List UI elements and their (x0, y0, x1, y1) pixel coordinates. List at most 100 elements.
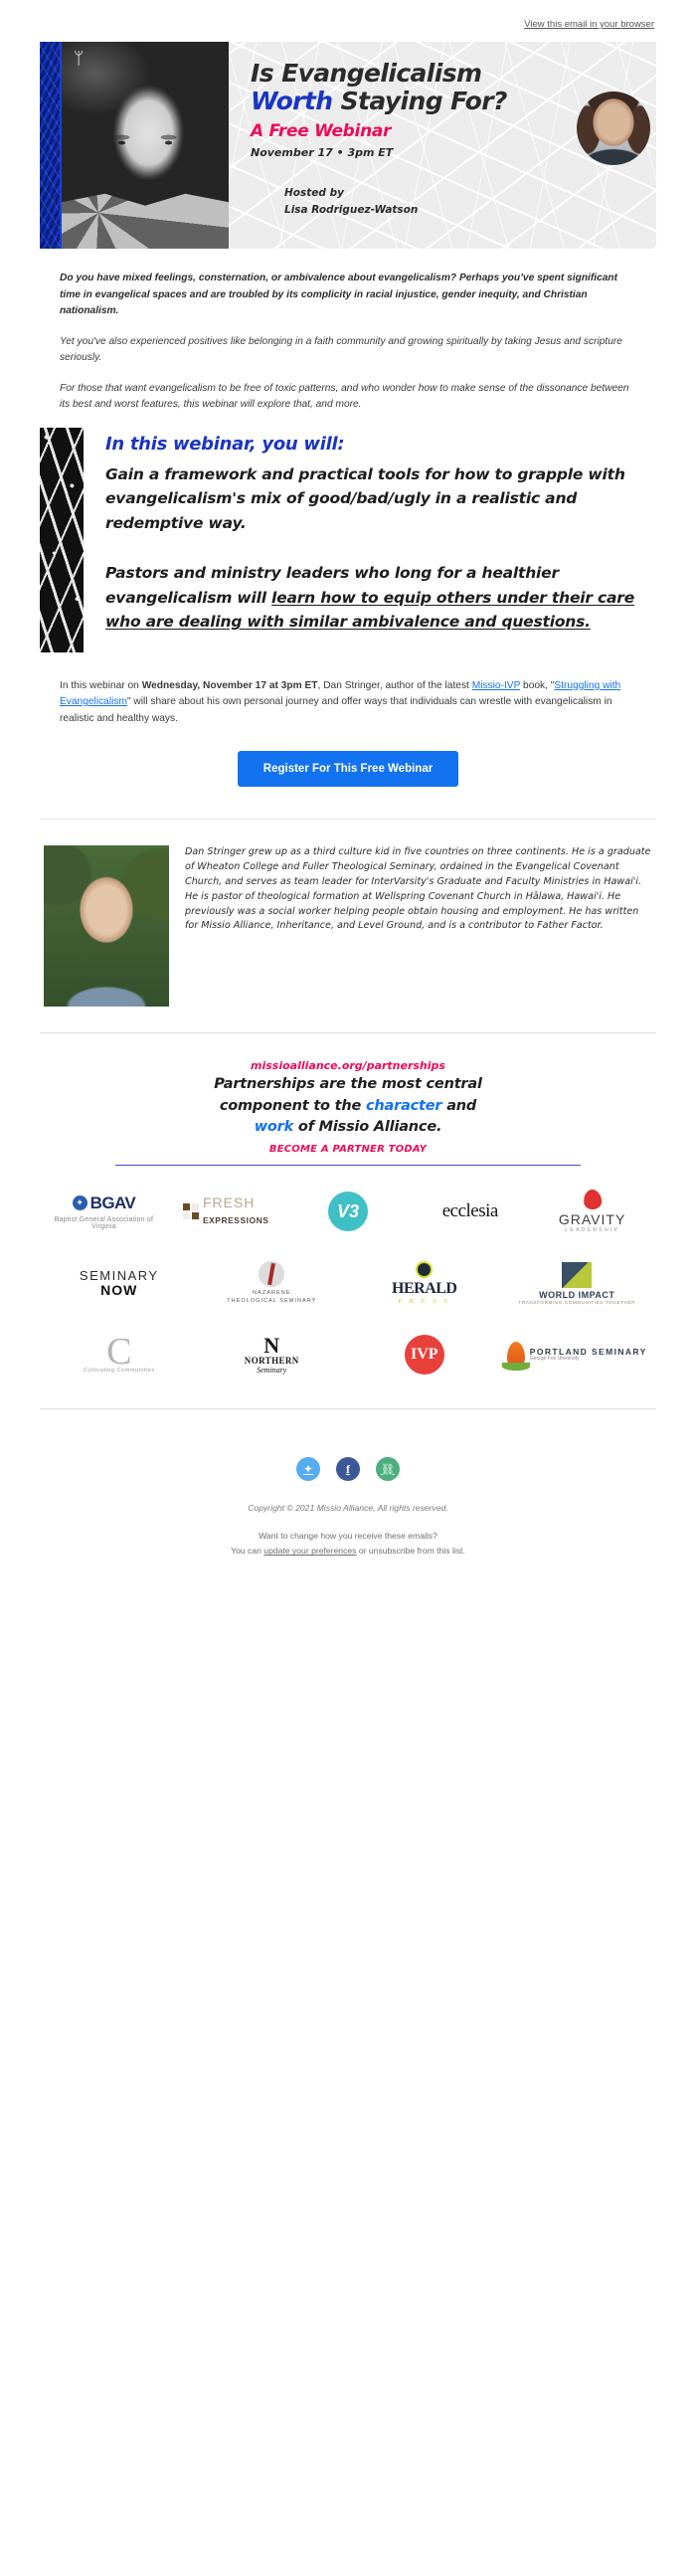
intro-section: Do you have mixed feelings, consternatio… (0, 271, 696, 414)
partner-logo-world-impact[interactable]: WORLD IMPACT TRANSFORMING COMMUNITIES TO… (504, 1255, 651, 1311)
highlight-paragraph-1: Gain a framework and practical tools for… (105, 464, 625, 532)
cultivating-subtitle: Cultivating Communities (83, 1367, 155, 1374)
bgav-wordmark: BGAV (89, 1193, 136, 1212)
speaker-bio-section: Dan Stringer grew up as a third culture … (0, 845, 696, 1008)
partner-logo-cultivating-communities[interactable]: C Cultivating Communities (46, 1327, 193, 1382)
register-text-before: In this webinar on (60, 679, 142, 691)
highlight-body: In this webinar, you will: Gain a framew… (84, 428, 656, 652)
partner-logo-nazarene-theological-seminary[interactable]: NAZARENE THEOLOGICAL SEMINARY (199, 1255, 346, 1311)
register-bold-date: Wednesday, November 17 at 3pm ET (141, 679, 318, 691)
hero-banner: ᛘ Is Evangelicalism Worth Staying For? A… (40, 42, 656, 249)
partners-rule (115, 1165, 581, 1167)
cta-wrap: Register For This Free Webinar (60, 741, 636, 793)
portland-torch-icon (501, 1342, 530, 1372)
world-impact-mark-icon (562, 1261, 593, 1288)
hero-title-line1: Is Evangelicalism (251, 59, 482, 88)
partner-logo-v3[interactable]: V3 (290, 1184, 407, 1239)
fresh-squares-icon (182, 1203, 199, 1220)
partnerships-section: missioalliance.org/partnerships Partners… (0, 1059, 696, 1382)
hero-title-worth: Worth (251, 87, 333, 115)
partner-logo-ecclesia[interactable]: ecclesia (412, 1184, 528, 1239)
partner-logo-bgav[interactable]: ✦ BGAV Baptist General Association of Vi… (46, 1184, 162, 1239)
tagline-work: work (254, 1118, 294, 1135)
ivp-logo-icon: IVP (404, 1335, 444, 1376)
portland-seminary-logo-icon: PORTLAND SEMINARY George Fox University (501, 1342, 647, 1372)
partner-logo-northern-seminary[interactable]: N NORTHERN Seminary (199, 1327, 346, 1382)
fresh-word-1: FRESH (202, 1195, 256, 1211)
missio-ivp-link[interactable]: Missio-IVP (472, 680, 521, 691)
hero-portrait-image (62, 42, 229, 249)
update-preferences-link[interactable]: update your preferences (263, 1546, 356, 1556)
herald-emblem-icon (416, 1261, 434, 1279)
intro-paragraph-2: Yet you've also experienced positives li… (60, 335, 622, 364)
social-links: ✦ f ⛓ (40, 1457, 656, 1482)
become-partner-cta[interactable]: BECOME A PARTNER TODAY (46, 1144, 650, 1155)
register-paragraph: In this webinar on Wednesday, November 1… (60, 678, 636, 728)
register-section: In this webinar on Wednesday, November 1… (0, 652, 696, 794)
hero-content: Is Evangelicalism Worth Staying For? A F… (229, 42, 656, 249)
northern-subtitle: Seminary (257, 1365, 287, 1375)
preheader: View this email in your browser (0, 0, 696, 42)
tagline-character: character (366, 1097, 442, 1114)
register-text-mid1: , Dan Stringer, author of the latest (317, 679, 472, 691)
partner-logo-gravity-leadership[interactable]: GRAVITY LEADERSHIP (534, 1184, 650, 1239)
footer: ✦ f ⛓ Copyright © 2021 Missio Alliance, … (0, 1435, 696, 1586)
partner-logo-portland-seminary[interactable]: PORTLAND SEMINARY George Fox University (501, 1327, 651, 1382)
tagline-line3-b: of Missio Alliance. (293, 1118, 442, 1135)
hosted-by-label: Hosted by (284, 187, 344, 199)
partner-logo-ivp[interactable]: IVP (351, 1327, 498, 1382)
nazarene-word-2: THEOLOGICAL SEMINARY (227, 1298, 317, 1305)
bgav-subtitle: Baptist General Association of Virginia (54, 1215, 154, 1230)
footer-note-line2-a: You can (231, 1546, 264, 1557)
view-in-browser-link[interactable]: View this email in your browser (524, 19, 654, 30)
hero-host-text: Hosted by Lisa Rodriguez-Watson (251, 185, 418, 219)
host-name: Lisa Rodriguez-Watson (284, 203, 419, 216)
seminary-now-logo-icon: SEMINARY NOW (80, 1269, 159, 1297)
divider-1 (40, 819, 656, 821)
nazarene-logo-icon: NAZARENE THEOLOGICAL SEMINARY (227, 1261, 316, 1306)
bgav-logo-icon: ✦ BGAV (72, 1193, 136, 1213)
fresh-expressions-logo-icon: FRESH EXPRESSIONS (182, 1196, 268, 1227)
cultivating-c-mark-icon: C (106, 1331, 132, 1374)
bgav-dove-icon: ✦ (72, 1196, 87, 1211)
intro-paragraph-1: Do you have mixed feelings, consternatio… (60, 273, 618, 317)
twitter-icon[interactable]: ✦ (296, 1457, 320, 1482)
partner-logo-seminary-now[interactable]: SEMINARY NOW (46, 1255, 193, 1311)
speaker-bio-photo (44, 845, 169, 1008)
northern-seminary-logo-icon: N NORTHERN Seminary (245, 1335, 299, 1375)
partner-logo-herald-press[interactable]: HERALD P R E S S (351, 1255, 498, 1311)
nazarene-cross-globe-icon (259, 1261, 285, 1288)
hero-speaker-photo: ᛘ (40, 42, 229, 249)
fresh-wordmark: FRESH EXPRESSIONS (203, 1196, 268, 1227)
divider-3 (40, 1408, 656, 1410)
register-text-mid2: book, " (520, 679, 555, 691)
facebook-icon[interactable]: f (336, 1457, 360, 1482)
herald-press-subtitle: P R E S S (398, 1298, 450, 1306)
cultivating-logo-icon: C Cultivating Communities (83, 1331, 155, 1374)
gravity-flame-icon (582, 1189, 603, 1211)
gravity-subtitle: LEADERSHIP (565, 1227, 620, 1234)
tagline-line2-a: component to the (219, 1097, 367, 1114)
highlight-block: In this webinar, you will: Gain a framew… (40, 427, 656, 652)
hero-host-block: Hosted by Lisa Rodriguez-Watson (251, 185, 642, 219)
partner-logo-fresh-expressions[interactable]: FRESH EXPRESSIONS (168, 1184, 284, 1239)
world-impact-subtitle: TRANSFORMING COMMUNITIES TOGETHER (518, 1299, 636, 1305)
world-impact-wordmark: WORLD IMPACT (539, 1289, 615, 1300)
partnerships-tagline: Partnerships are the most central compon… (46, 1074, 650, 1138)
footer-note-line1: Want to change how you receive these ema… (259, 1531, 437, 1542)
email-page: View this email in your browser ᛘ Is Eva… (0, 0, 696, 1586)
link-icon[interactable]: ⛓ (376, 1457, 400, 1482)
footer-note-line2-b: or unsubscribe from this list. (356, 1546, 465, 1557)
seminary-now-word-1: SEMINARY (79, 1268, 159, 1284)
register-button[interactable]: Register For This Free Webinar (237, 751, 459, 788)
herald-press-logo-icon: HERALD P R E S S (392, 1261, 457, 1306)
ink-texture-bar (40, 427, 84, 652)
tagline-line1: Partnerships are the most central (214, 1076, 482, 1093)
world-impact-logo-icon: WORLD IMPACT TRANSFORMING COMMUNITIES TO… (518, 1261, 636, 1305)
v3-logo-icon: V3 (327, 1192, 368, 1232)
hero-blue-pattern-strip (40, 42, 62, 249)
partnerships-url[interactable]: missioalliance.org/partnerships (46, 1059, 650, 1072)
hero-title-rest: Staying For? (332, 87, 508, 115)
herald-wordmark: HERALD (392, 1280, 457, 1298)
partner-logo-row-1: ✦ BGAV Baptist General Association of Vi… (46, 1184, 650, 1239)
